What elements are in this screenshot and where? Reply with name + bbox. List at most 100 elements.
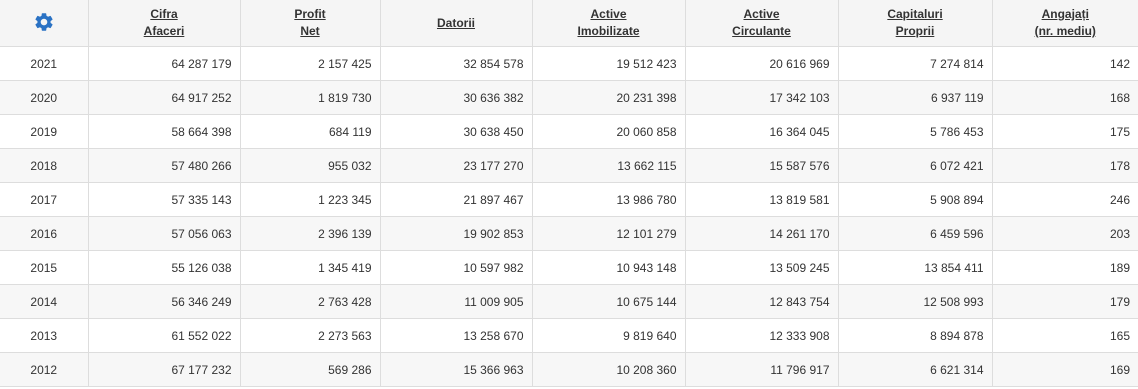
year-cell: 2020 bbox=[0, 80, 89, 115]
table-row: 2021 64 287 179 2 157 425 32 854 578 19 512 … bbox=[0, 46, 1138, 81]
header-label-line1: Active bbox=[743, 7, 780, 21]
datorii-cell: 30 638 450 bbox=[380, 114, 533, 149]
profit-net-cell: 2 273 563 bbox=[240, 318, 381, 353]
capitaluri-proprii-cell: 6 459 596 bbox=[838, 216, 993, 251]
header-label-line1: Active bbox=[590, 7, 627, 21]
column-header-capitaluri-proprii: Capitaluri Proprii bbox=[838, 0, 993, 47]
header-label-line1: Angajați bbox=[1041, 7, 1089, 21]
angajati-cell: 169 bbox=[992, 352, 1138, 387]
cifra-afaceri-cell: 57 056 063 bbox=[88, 216, 241, 251]
table-row: 2014 56 346 249 2 763 428 11 009 905 10 675 … bbox=[0, 284, 1138, 319]
header-label-line2: Proprii bbox=[895, 24, 935, 38]
angajati-cell: 178 bbox=[992, 148, 1138, 183]
table-body: 2021 64 287 179 2 157 425 32 854 578 19 512 … bbox=[0, 46, 1138, 387]
sort-link-datorii[interactable]: Datorii bbox=[389, 15, 524, 32]
active-imobilizate-cell: 10 675 144 bbox=[532, 284, 686, 319]
header-row: Cifra Afaceri Profit Net Datorii Active … bbox=[0, 0, 1138, 47]
table-row: 2019 58 664 398 684 119 30 638 450 20 060 85… bbox=[0, 114, 1138, 149]
active-imobilizate-cell: 13 986 780 bbox=[532, 182, 686, 217]
table-row: 2016 57 056 063 2 396 139 19 902 853 12 101 … bbox=[0, 216, 1138, 251]
datorii-cell: 13 258 670 bbox=[380, 318, 533, 353]
datorii-cell: 32 854 578 bbox=[380, 46, 533, 81]
datorii-cell: 23 177 270 bbox=[380, 148, 533, 183]
cifra-afaceri-cell: 64 287 179 bbox=[88, 46, 241, 81]
year-cell: 2021 bbox=[0, 46, 89, 81]
profit-net-cell: 2 763 428 bbox=[240, 284, 381, 319]
table-row: 2020 64 917 252 1 819 730 30 636 382 20 231 … bbox=[0, 80, 1138, 115]
header-label-line1: Capitaluri bbox=[887, 7, 943, 21]
year-cell: 2013 bbox=[0, 318, 89, 353]
table-row: 2018 57 480 266 955 032 23 177 270 13 662 11… bbox=[0, 148, 1138, 183]
capitaluri-proprii-cell: 6 072 421 bbox=[838, 148, 993, 183]
capitaluri-proprii-cell: 7 274 814 bbox=[838, 46, 993, 81]
header-label-line2: Circulante bbox=[732, 24, 791, 38]
header-label-line2: Afaceri bbox=[143, 24, 185, 38]
angajati-cell: 179 bbox=[992, 284, 1138, 319]
active-imobilizate-cell: 10 208 360 bbox=[532, 352, 686, 387]
angajati-cell: 189 bbox=[992, 250, 1138, 285]
active-imobilizate-cell: 20 060 858 bbox=[532, 114, 686, 149]
active-imobilizate-cell: 20 231 398 bbox=[532, 80, 686, 115]
active-circulante-cell: 11 796 917 bbox=[685, 352, 839, 387]
profit-net-cell: 2 396 139 bbox=[240, 216, 381, 251]
capitaluri-proprii-cell: 5 908 894 bbox=[838, 182, 993, 217]
gear-icon[interactable] bbox=[33, 11, 55, 33]
column-header-datorii: Datorii bbox=[380, 0, 533, 47]
active-circulante-cell: 16 364 045 bbox=[685, 114, 839, 149]
cifra-afaceri-cell: 57 335 143 bbox=[88, 182, 241, 217]
active-circulante-cell: 15 587 576 bbox=[685, 148, 839, 183]
active-circulante-cell: 20 616 969 bbox=[685, 46, 839, 81]
column-header-profit-net: Profit Net bbox=[240, 0, 381, 47]
capitaluri-proprii-cell: 5 786 453 bbox=[838, 114, 993, 149]
angajati-cell: 175 bbox=[992, 114, 1138, 149]
active-circulante-cell: 13 509 245 bbox=[685, 250, 839, 285]
capitaluri-proprii-cell: 6 937 119 bbox=[838, 80, 993, 115]
angajati-cell: 246 bbox=[992, 182, 1138, 217]
column-header-angajati: Angajați (nr. mediu) bbox=[992, 0, 1138, 47]
active-circulante-cell: 12 843 754 bbox=[685, 284, 839, 319]
header-label-line1: Profit bbox=[294, 7, 326, 21]
table-row: 2015 55 126 038 1 345 419 10 597 982 10 943 … bbox=[0, 250, 1138, 285]
sort-link-active-imobilizate[interactable]: Active Imobilizate bbox=[541, 6, 677, 40]
year-cell: 2017 bbox=[0, 182, 89, 217]
year-cell: 2012 bbox=[0, 352, 89, 387]
year-cell: 2018 bbox=[0, 148, 89, 183]
active-imobilizate-cell: 12 101 279 bbox=[532, 216, 686, 251]
active-imobilizate-cell: 13 662 115 bbox=[532, 148, 686, 183]
sort-link-angajati[interactable]: Angajați (nr. mediu) bbox=[1001, 6, 1131, 40]
header-label-line1: Datorii bbox=[436, 15, 475, 30]
profit-net-cell: 1 223 345 bbox=[240, 182, 381, 217]
sort-link-cifra-afaceri[interactable]: Cifra Afaceri bbox=[97, 6, 232, 40]
active-circulante-cell: 14 261 170 bbox=[685, 216, 839, 251]
table-row: 2017 57 335 143 1 223 345 21 897 467 13 986 … bbox=[0, 182, 1138, 217]
table-row: 2013 61 552 022 2 273 563 13 258 670 9 819 6… bbox=[0, 318, 1138, 353]
cifra-afaceri-cell: 67 177 232 bbox=[88, 352, 241, 387]
active-circulante-cell: 17 342 103 bbox=[685, 80, 839, 115]
angajati-cell: 168 bbox=[992, 80, 1138, 115]
active-circulante-cell: 12 333 908 bbox=[685, 318, 839, 353]
year-cell: 2014 bbox=[0, 284, 89, 319]
profit-net-cell: 569 286 bbox=[240, 352, 381, 387]
capitaluri-proprii-cell: 6 621 314 bbox=[838, 352, 993, 387]
profit-net-cell: 2 157 425 bbox=[240, 46, 381, 81]
cifra-afaceri-cell: 61 552 022 bbox=[88, 318, 241, 353]
year-cell: 2016 bbox=[0, 216, 89, 251]
sort-link-profit-net[interactable]: Profit Net bbox=[249, 6, 372, 40]
cifra-afaceri-cell: 56 346 249 bbox=[88, 284, 241, 319]
capitaluri-proprii-cell: 13 854 411 bbox=[838, 250, 993, 285]
header-label-line2: Imobilizate bbox=[577, 24, 640, 38]
active-imobilizate-cell: 19 512 423 bbox=[532, 46, 686, 81]
sort-link-capitaluri-proprii[interactable]: Capitaluri Proprii bbox=[847, 6, 984, 40]
sort-link-active-circulante[interactable]: Active Circulante bbox=[694, 6, 830, 40]
angajati-cell: 203 bbox=[992, 216, 1138, 251]
datorii-cell: 15 366 963 bbox=[380, 352, 533, 387]
header-label-line1: Cifra bbox=[150, 7, 178, 21]
cifra-afaceri-cell: 58 664 398 bbox=[88, 114, 241, 149]
profit-net-cell: 1 819 730 bbox=[240, 80, 381, 115]
financial-data-table: Cifra Afaceri Profit Net Datorii Active … bbox=[0, 0, 1138, 387]
active-imobilizate-cell: 9 819 640 bbox=[532, 318, 686, 353]
year-cell: 2019 bbox=[0, 114, 89, 149]
profit-net-cell: 1 345 419 bbox=[240, 250, 381, 285]
datorii-cell: 19 902 853 bbox=[380, 216, 533, 251]
active-imobilizate-cell: 10 943 148 bbox=[532, 250, 686, 285]
